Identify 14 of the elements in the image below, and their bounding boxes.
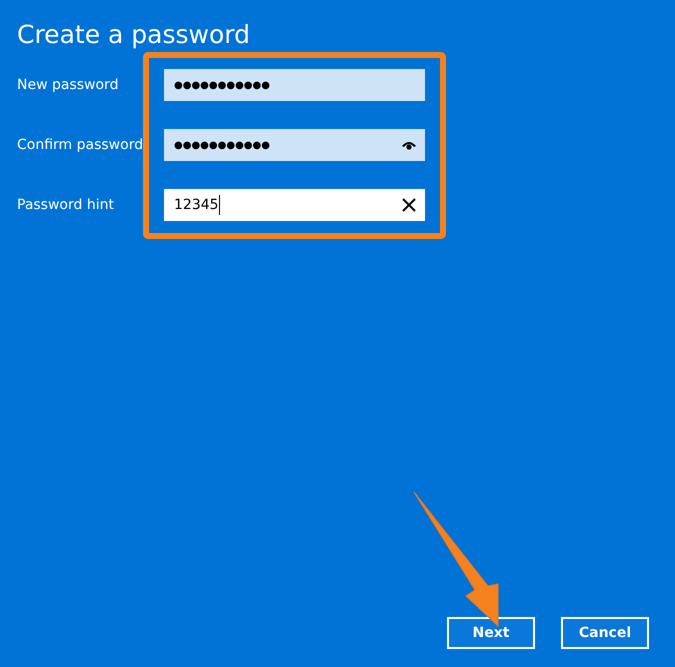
field-value: ●●●●●●●●●●● <box>174 140 270 150</box>
text-caret <box>218 195 220 215</box>
field-value: ●●●●●●●●●●● <box>174 80 270 90</box>
field-label: Password hint <box>17 196 114 215</box>
field-label: New password <box>17 76 118 95</box>
field-value: 12345 <box>174 197 219 213</box>
input-field[interactable]: 12345 <box>164 189 425 221</box>
dialog-button[interactable]: Next <box>447 617 535 649</box>
page-title: Create a password <box>17 19 250 51</box>
field-label: Confirm password <box>17 136 144 155</box>
dialog-button[interactable]: Cancel <box>561 617 649 649</box>
clear-icon[interactable] <box>401 197 417 213</box>
input-field[interactable]: ●●●●●●●●●●● <box>164 129 425 161</box>
input-field[interactable]: ●●●●●●●●●●● <box>164 69 425 101</box>
